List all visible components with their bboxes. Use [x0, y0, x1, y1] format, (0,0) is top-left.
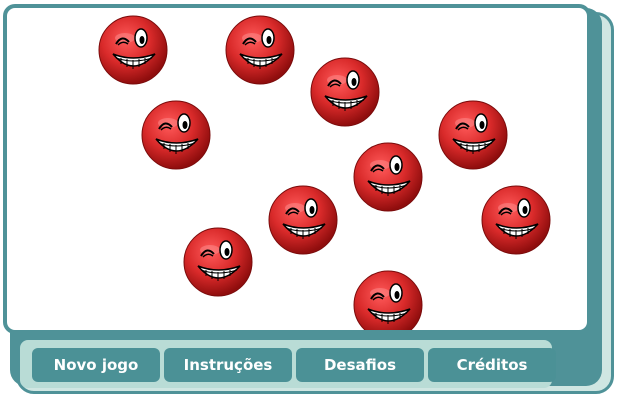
game-board[interactable]: [3, 4, 591, 334]
red-smiley-face-icon[interactable]: [182, 226, 254, 298]
credits-button[interactable]: Créditos: [428, 348, 556, 382]
challenges-button[interactable]: Desafios: [296, 348, 424, 382]
red-smiley-face-icon[interactable]: [140, 99, 212, 171]
red-smiley-face-icon[interactable]: [437, 99, 509, 171]
instructions-button[interactable]: Instruções: [164, 348, 292, 382]
red-smiley-face-icon[interactable]: [480, 184, 552, 256]
red-smiley-face-icon[interactable]: [224, 14, 296, 86]
bottom-menu: Novo jogo Instruções Desafios Créditos: [20, 340, 556, 388]
red-smiley-face-icon[interactable]: [352, 141, 424, 213]
new-game-button[interactable]: Novo jogo: [32, 348, 160, 382]
red-smiley-face-icon[interactable]: [309, 56, 381, 128]
red-smiley-face-icon[interactable]: [267, 184, 339, 256]
red-smiley-face-icon[interactable]: [97, 14, 169, 86]
red-smiley-face-icon[interactable]: [352, 269, 424, 330]
